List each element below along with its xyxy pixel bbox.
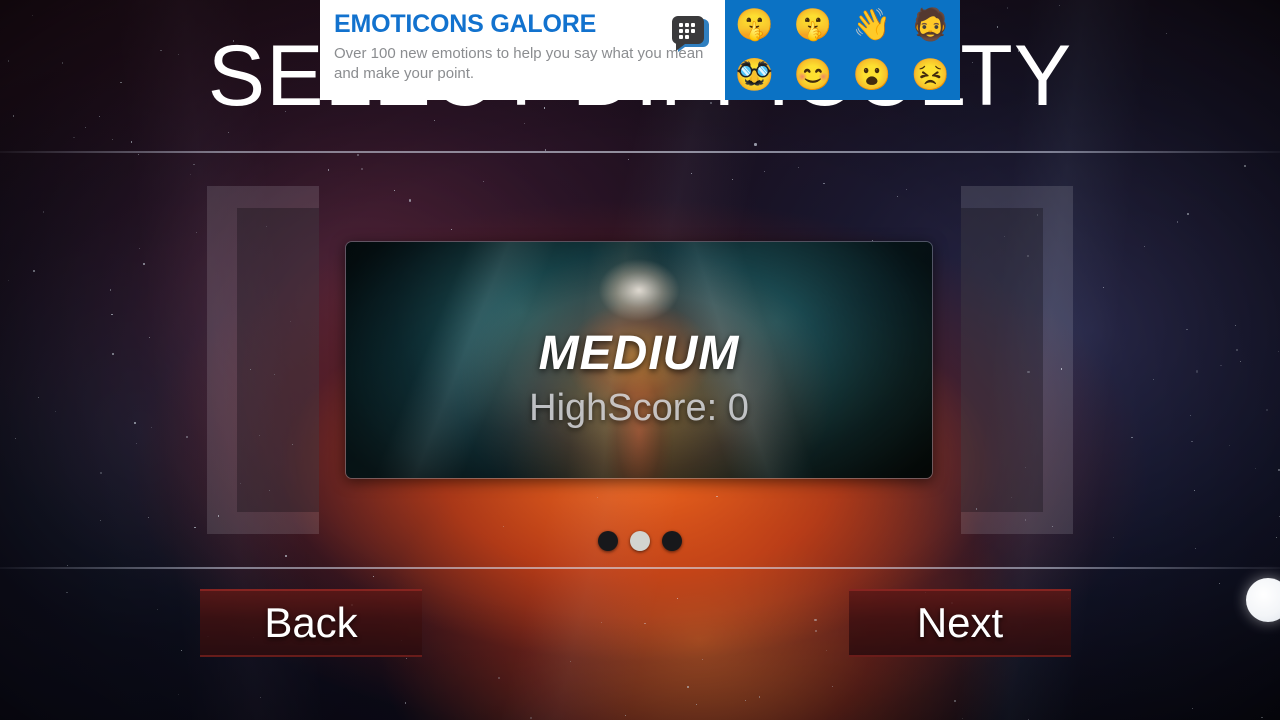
back-button-label: Back [264,599,358,646]
next-button[interactable]: Next [849,589,1071,657]
ad-text-pane: EMOTICONS GALORE Over 100 new emotions t… [320,0,725,100]
ad-emoji-5-icon: 🥸 [735,57,774,92]
game-screen: SELECT DIFFICULTY MEDIUM HighScore: 0 Ba… [0,0,1280,720]
highscore-label: HighScore: 0 [529,387,749,429]
ad-emoji-3-icon: 👋 [852,7,892,42]
difficulty-label: MEDIUM [538,327,740,380]
pagination-dot-3[interactable] [662,531,682,551]
bbm-logo-icon [672,16,709,52]
back-button[interactable]: Back [200,589,422,657]
ad-emoji-2-icon: 🤫 [793,7,833,42]
ad-emoji-8-icon: 😣 [911,57,950,92]
ad-emoji-7-icon: 😮 [852,57,892,92]
next-button-label: Next [916,599,1004,646]
divider-top [0,151,1280,153]
pagination-dot-1[interactable] [598,531,618,551]
bracket-left-icon [207,186,319,534]
ad-emoji-4-icon: 🧔 [911,7,950,42]
pagination-dots[interactable] [0,531,1280,551]
bracket-right-icon [961,186,1073,534]
divider-bottom [0,567,1280,569]
ad-emoji-1-icon: 🤫 [735,7,774,42]
difficulty-card[interactable]: MEDIUM HighScore: 0 [345,241,933,479]
ad-headline: EMOTICONS GALORE [334,10,597,38]
ad-subtext: Over 100 new emotions to help you say wh… [334,45,704,82]
ad-emoji-grid: 🤫 🤫 👋 🧔 🥸 😊 😮 😣 [725,0,960,100]
ad-emoji-6-icon: 😊 [793,57,833,92]
ad-banner[interactable]: EMOTICONS GALORE Over 100 new emotions t… [320,0,960,100]
pagination-dot-2[interactable] [630,531,650,551]
